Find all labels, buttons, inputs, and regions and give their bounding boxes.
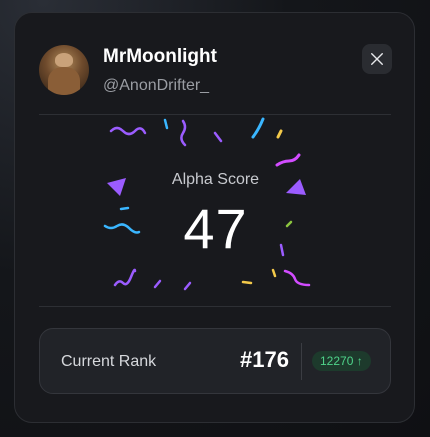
profile-handle[interactable]: @AnonDrifter_ <box>103 77 209 95</box>
rank-label: Current Rank <box>61 353 157 370</box>
rank-separator <box>301 343 302 380</box>
score-divider <box>39 306 391 307</box>
rank-change-badge: 12270 ↑ <box>312 351 371 371</box>
header-divider <box>39 114 391 115</box>
avatar[interactable] <box>39 45 89 95</box>
score-card: MrMoonlight @AnonDrifter_ Alpha Score 47… <box>14 12 415 423</box>
profile-name: MrMoonlight <box>103 46 217 67</box>
rank-value: #176 <box>240 347 289 372</box>
current-rank-panel: Current Rank #176 12270 ↑ <box>39 328 391 394</box>
arrow-up-icon: ↑ <box>356 354 363 368</box>
x-logo-icon <box>371 53 383 65</box>
share-x-button[interactable] <box>362 44 392 74</box>
score-label: Alpha Score <box>171 171 260 188</box>
score-value: 47 <box>183 197 248 260</box>
rank-change-value: 12270 <box>320 354 354 368</box>
